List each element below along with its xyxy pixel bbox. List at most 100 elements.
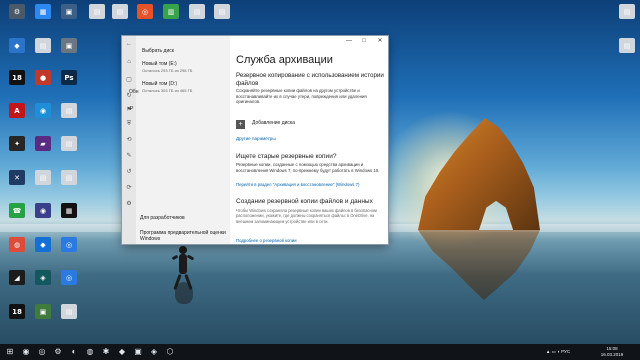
desktop-icon[interactable]: ▣	[52, 36, 86, 68]
desktop-app-icon: ▤	[619, 4, 635, 19]
desktop-app-icon: ◉	[35, 203, 51, 218]
maximize-button[interactable]: □	[359, 37, 369, 45]
desktop-app-icon: ◈	[35, 270, 51, 285]
settings-nav-rail: ← ⌂ ▢ ↻ ⚑ ⛨ ⟲ ✎ ↺ ⟳ ⚙	[122, 36, 136, 244]
partial-nav-update[interactable]: Обн	[129, 89, 139, 95]
add-drive-label: Добавление диска	[252, 120, 296, 126]
desktop-icon[interactable]: ▤	[205, 2, 239, 34]
taskbar-app-icon[interactable]: ◈	[148, 346, 160, 358]
taskbar-app-icon[interactable]: ◐	[68, 346, 80, 358]
desktop-app-icon: ▣	[35, 304, 51, 319]
taskbar-app-icon[interactable]: ◆	[116, 346, 128, 358]
other-params-link[interactable]: Другие параметры	[236, 136, 276, 141]
rail-icon-8[interactable]: ⟳	[125, 184, 133, 192]
desktop-icon[interactable]: ▤	[52, 134, 86, 166]
add-drive-button[interactable]: + Добавление диска	[234, 116, 334, 132]
desktop-app-icon: ▰	[35, 136, 51, 151]
wallpaper-rock-reflection	[418, 230, 540, 300]
pen-icon[interactable]: ✎	[125, 152, 133, 160]
desktop-app-icon: ▦	[61, 203, 77, 218]
desktop-app-icon: ▣	[61, 38, 77, 53]
desktop-app-icon: ✕	[9, 170, 25, 185]
gear-icon[interactable]: ⚙	[125, 200, 133, 208]
clock[interactable]: 15:08 16.03.2019	[592, 346, 632, 358]
old-backups-description: Резервные копии, созданные с помощью сре…	[236, 162, 380, 173]
desktop-app-icon: ●	[35, 70, 51, 85]
desktop-app-icon: ▣	[61, 4, 77, 19]
nav-windows-insider[interactable]: Программа предварительной оценки Windows	[140, 230, 228, 242]
shield-icon[interactable]: ⛨	[125, 120, 133, 128]
learn-more-backup-link[interactable]: Подробнее о резервной копии	[236, 238, 297, 243]
desktop-app-icon: ◢	[9, 270, 25, 285]
drive-e-free: Осталось 293 ГБ из 298 ГБ	[142, 68, 193, 73]
desktop-app-icon: ▦	[35, 4, 51, 19]
page-title: Служба архивации	[236, 54, 333, 66]
desktop-icon[interactable]: ◎	[52, 235, 86, 267]
desktop-icon[interactable]: ▤	[610, 36, 640, 68]
rail-icon-5[interactable]: ⟲	[125, 136, 133, 144]
desktop-icon[interactable]: ▤	[52, 101, 86, 133]
desktop-app-icon: ▤	[112, 4, 128, 19]
drive-picker-flyout: Выбрать диск Новый том (E:) Осталось 293…	[136, 36, 230, 244]
desktop-app-icon: ▤	[61, 136, 77, 151]
rail-icon-1[interactable]: ▢	[125, 76, 133, 84]
taskbar-app-icon[interactable]: ▣	[132, 346, 144, 358]
desktop-icon[interactable]: ▦	[52, 201, 86, 233]
nav-for-developers[interactable]: Для разработчиков	[140, 215, 185, 221]
taskbar-app-icon[interactable]: ✱	[100, 346, 112, 358]
desktop-icon[interactable]: ▤	[610, 2, 640, 34]
system-tray[interactable]: ▲ ▭ ◖ РУС	[528, 349, 588, 355]
desktop-app-icon: ▤	[35, 170, 51, 185]
desktop-app-icon: A	[9, 103, 25, 118]
clock-date: 16.03.2019	[600, 352, 624, 357]
desktop-app-icon: ✦	[9, 136, 25, 151]
desktop-icon[interactable]: ◎	[52, 268, 86, 300]
start-button[interactable]: ⊞	[4, 346, 16, 358]
taskbar-app-icon[interactable]: ◍	[84, 346, 96, 358]
wallpaper-person	[170, 246, 196, 304]
drive-d-name: Новый том (D:)	[142, 81, 177, 87]
desktop-app-icon: ▤	[619, 38, 635, 53]
desktop-app-icon: ▤	[61, 103, 77, 118]
home-icon[interactable]: ⌂	[125, 58, 133, 66]
desktop-app-icon: ◎	[61, 270, 77, 285]
desktop-app-icon: Ps	[61, 70, 77, 85]
taskbar-app-icon[interactable]: ◉	[20, 346, 32, 358]
flyout-header: Выбрать диск	[142, 48, 174, 54]
desktop-app-icon: ▤	[61, 170, 77, 185]
add-drive-plus-icon: +	[236, 120, 245, 129]
taskbar-app-icon[interactable]: ◎	[36, 346, 48, 358]
drive-e-name: Новый том (E:)	[142, 61, 177, 67]
drive-option-e[interactable]: Новый том (E:) Осталось 293 ГБ из 298 ГБ	[138, 59, 228, 77]
file-history-description: Сохраняйте резервные копии файлов на дру…	[236, 88, 367, 105]
backup-restore-w7-link[interactable]: Перейти в раздел "Архивация и восстановл…	[236, 182, 388, 187]
desktop-icon[interactable]: ▤	[52, 168, 86, 200]
desktop-app-icon: ◍	[9, 237, 25, 252]
drive-d-free: Осталось 303 ГБ из 465 ГБ	[142, 88, 193, 93]
desktop-app-icon: ▤	[189, 4, 205, 19]
create-backup-description: Чтобы Windows сохраняла резервные копии …	[236, 208, 377, 224]
drive-option-d[interactable]: Новый том (D:) Осталось 303 ГБ из 465 ГБ	[138, 79, 228, 97]
create-backup-heading: Создание резервной копии файлов и данных	[236, 198, 373, 205]
rail-icon-7[interactable]: ↺	[125, 168, 133, 176]
desktop-icon[interactable]: ▤	[52, 302, 86, 334]
desktop-app-icon: ◉	[35, 103, 51, 118]
partial-nav-r[interactable]: Р	[130, 106, 133, 112]
desktop-app-icon: ☎	[9, 203, 25, 218]
file-history-heading: Резервное копирование с использованием и…	[236, 72, 384, 87]
old-backups-heading: Ищете старые резервные копии?	[236, 153, 337, 160]
minimize-button[interactable]: —	[344, 37, 354, 45]
desktop-app-icon: ▥	[163, 4, 179, 19]
desktop-app-icon: ◎	[61, 237, 77, 252]
desktop-app-icon: 18	[9, 70, 25, 85]
desktop-app-icon: 18	[9, 304, 25, 319]
desktop-icon[interactable]: Ps	[52, 68, 86, 100]
settings-window[interactable]: ← ⌂ ▢ ↻ ⚑ ⛨ ⟲ ✎ ↺ ⟳ ⚙ Выбрать диск Новый…	[122, 36, 388, 244]
backup-content: — □ ✕ Служба архивации Резервное копиров…	[230, 36, 388, 244]
taskbar-app-icon[interactable]: ⬡	[164, 346, 176, 358]
back-arrow-icon[interactable]: ←	[125, 40, 133, 48]
taskbar-app-icon[interactable]: ⚙	[52, 346, 64, 358]
desktop-app-icon: ▤	[214, 4, 230, 19]
close-button[interactable]: ✕	[375, 37, 385, 45]
desktop-app-icon: ◆	[9, 38, 25, 53]
